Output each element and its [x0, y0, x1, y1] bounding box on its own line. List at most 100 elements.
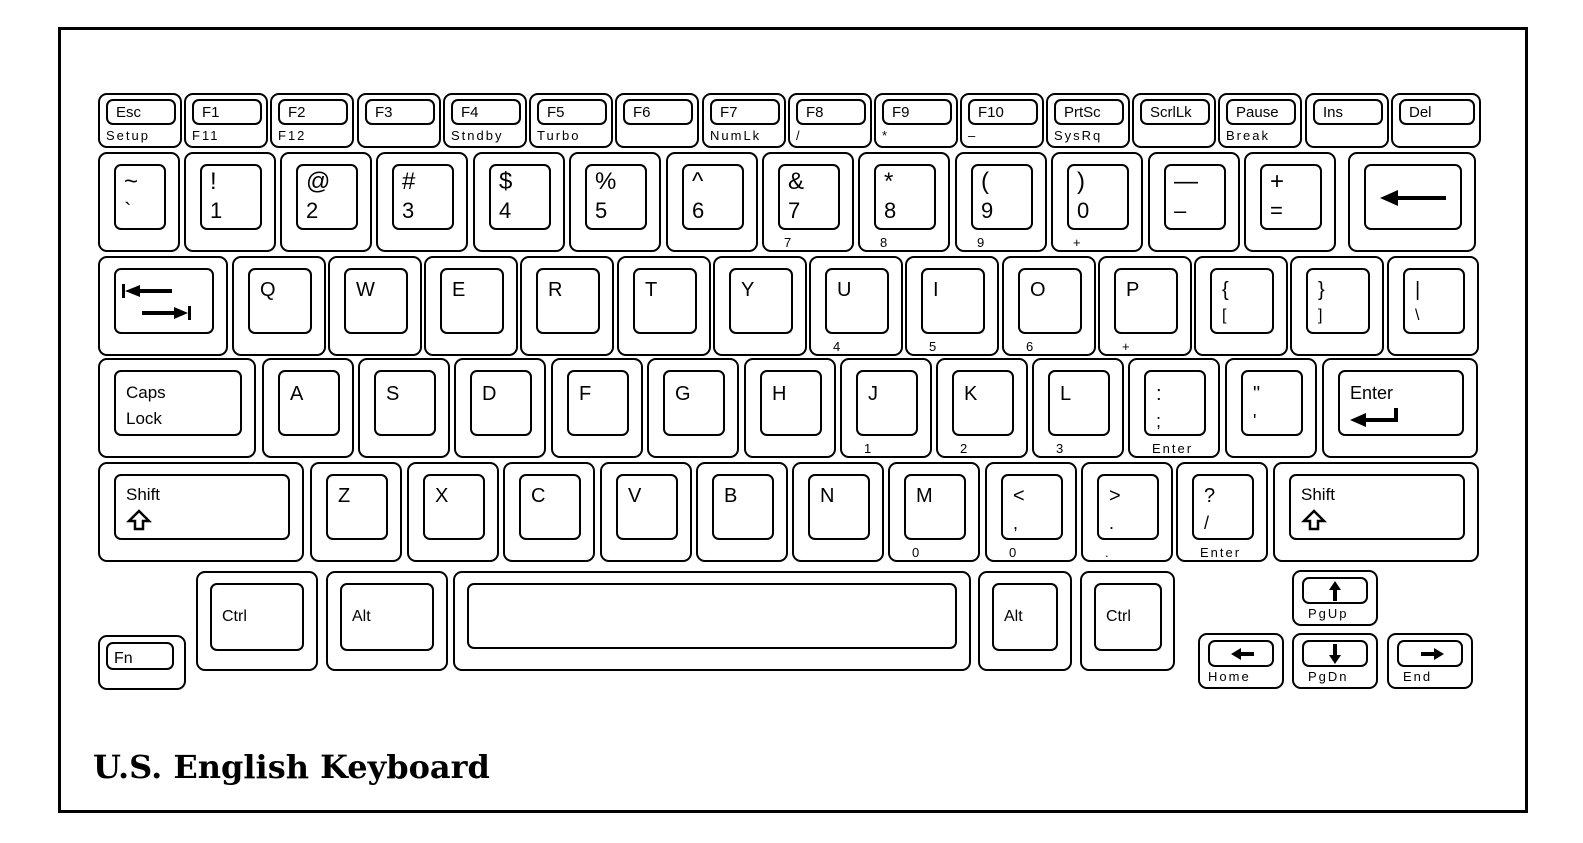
key-lower: 0 [1077, 198, 1090, 223]
key-scrllk[interactable]: ScrlLk [1132, 93, 1216, 148]
key-lower: 4 [499, 198, 512, 223]
key-semicolon[interactable]: :; Enter [1128, 358, 1220, 458]
key-upper: + [1270, 168, 1285, 195]
key-capslock[interactable]: Caps Lock [98, 358, 256, 458]
key-rctrl[interactable]: Ctrl [1080, 571, 1175, 671]
key-8[interactable]: * 8 8 [858, 152, 950, 252]
key-f1[interactable]: F1 F11 [184, 93, 268, 148]
keycap: R [536, 268, 600, 334]
key-f8[interactable]: F8 / [788, 93, 872, 148]
key-sublabel: 7 [784, 235, 794, 250]
key-h[interactable]: H [744, 358, 836, 458]
key-3[interactable]: #3 [376, 152, 468, 252]
key-left[interactable]: Home [1198, 633, 1284, 689]
key-2[interactable]: @2 [280, 152, 372, 252]
key-d[interactable]: D [454, 358, 546, 458]
key-i[interactable]: I5 [905, 256, 999, 356]
key-tilde[interactable]: ~ ` [98, 152, 180, 252]
key-sublabel: * [882, 128, 890, 143]
key-ins[interactable]: Ins [1305, 93, 1389, 148]
key-7[interactable]: & 7 7 [762, 152, 854, 252]
key-rbracket[interactable]: }] [1290, 256, 1384, 356]
key-f10[interactable]: F10– [960, 93, 1044, 148]
keycap: Ctrl [1094, 583, 1162, 651]
key-label: F5 [547, 104, 565, 121]
key-5[interactable]: % 5 [569, 152, 661, 252]
key-pause[interactable]: Pause Break [1218, 93, 1302, 148]
key-4[interactable]: $4 [473, 152, 565, 252]
keycap: Alt [340, 583, 434, 651]
key-g[interactable]: G [647, 358, 739, 458]
key-j[interactable]: J1 [840, 358, 932, 458]
key-enter[interactable]: Enter [1322, 358, 1478, 458]
key-y[interactable]: Y [713, 256, 807, 356]
keycap: W [344, 268, 408, 334]
key-equals[interactable]: + = [1244, 152, 1336, 252]
key-upper: ^ [692, 168, 704, 195]
key-backspace[interactable] [1348, 152, 1476, 252]
key-9[interactable]: (9 9 [955, 152, 1047, 252]
key-upper: H [772, 383, 787, 405]
key-f5[interactable]: F5 Turbo [529, 93, 613, 148]
key-sublabel: + [1073, 235, 1083, 250]
key-lctrl[interactable]: Ctrl [196, 571, 318, 671]
key-m[interactable]: M0 [888, 462, 980, 562]
key-6[interactable]: ^ 6 [666, 152, 758, 252]
key-c[interactable]: C [503, 462, 595, 562]
key-slash[interactable]: ? / Enter [1176, 462, 1268, 562]
key-q[interactable]: Q [232, 256, 326, 356]
key-lower: . [1109, 513, 1115, 533]
key-backslash[interactable]: | \ [1387, 256, 1479, 356]
key-t[interactable]: T [617, 256, 711, 356]
key-w[interactable]: W [328, 256, 422, 356]
key-ralt[interactable]: Alt [978, 571, 1072, 671]
key-quote[interactable]: " ' [1225, 358, 1317, 458]
key-f7[interactable]: F7 NumLk [702, 93, 786, 148]
keycap [114, 268, 214, 334]
key-lalt[interactable]: Alt [326, 571, 448, 671]
key-sublabel: 8 [880, 235, 890, 250]
key-f[interactable]: F [551, 358, 643, 458]
key-f2[interactable]: F2 F12 [270, 93, 354, 148]
key-sublabel: + [1122, 339, 1132, 354]
key-fn[interactable]: Fn [98, 635, 186, 690]
key-n[interactable]: N [792, 462, 884, 562]
key-1[interactable]: ! 1 [184, 152, 276, 252]
keycap [1208, 640, 1274, 667]
key-r[interactable]: R [520, 256, 614, 356]
key-s[interactable]: S [358, 358, 450, 458]
key-0[interactable]: ) 0 + [1051, 152, 1143, 252]
key-lshift[interactable]: Shift [98, 462, 304, 562]
key-del[interactable]: Del [1391, 93, 1481, 148]
key-f6[interactable]: F6 [615, 93, 699, 148]
key-l[interactable]: L3 [1032, 358, 1124, 458]
key-o[interactable]: O6 [1002, 256, 1096, 356]
key-minus[interactable]: — – [1148, 152, 1240, 252]
key-f4[interactable]: F4 Stndby [443, 93, 527, 148]
key-up[interactable]: PgUp [1292, 570, 1378, 626]
key-esc[interactable]: Esc Setup [98, 93, 182, 148]
key-rshift[interactable]: Shift [1273, 462, 1479, 562]
key-upper: Caps [126, 383, 166, 402]
key-period[interactable]: >.. [1081, 462, 1173, 562]
key-comma[interactable]: <, 0 [985, 462, 1077, 562]
key-x[interactable]: X [407, 462, 499, 562]
key-lbracket[interactable]: {[ [1194, 256, 1288, 356]
key-right[interactable]: End [1387, 633, 1473, 689]
key-tab[interactable] [98, 256, 228, 356]
key-space[interactable] [453, 571, 971, 671]
key-prtsc[interactable]: PrtSc SysRq [1046, 93, 1130, 148]
key-u[interactable]: U4 [809, 256, 903, 356]
key-down[interactable]: PgDn [1292, 633, 1378, 689]
key-a[interactable]: A [262, 358, 354, 458]
key-e[interactable]: E [424, 256, 518, 356]
keycap: G [663, 370, 725, 436]
key-k[interactable]: K2 [936, 358, 1028, 458]
key-z[interactable]: Z [310, 462, 402, 562]
key-f9[interactable]: F9 * [874, 93, 958, 148]
key-f3[interactable]: F3 [357, 93, 441, 148]
keycap: F3 [365, 99, 435, 125]
key-b[interactable]: B [696, 462, 788, 562]
key-p[interactable]: P + [1098, 256, 1192, 356]
key-v[interactable]: V [600, 462, 692, 562]
